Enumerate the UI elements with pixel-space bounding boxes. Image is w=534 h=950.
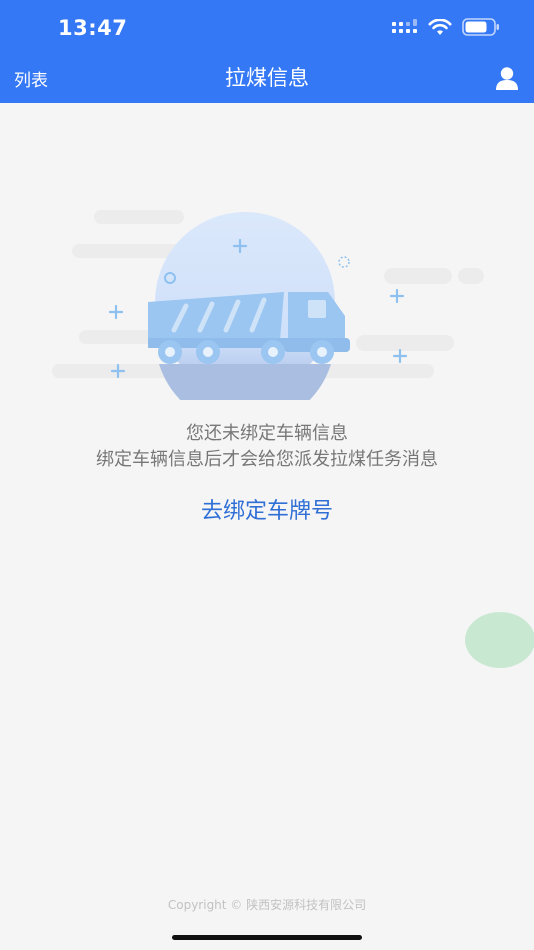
bind-plate-link[interactable]: 去绑定车牌号	[0, 493, 534, 525]
wifi-icon	[428, 18, 452, 35]
page-title: 拉煤信息	[225, 66, 309, 90]
top-bar: 13:47 列表 拉煤信息	[0, 0, 534, 103]
floating-assist-button[interactable]	[465, 612, 534, 668]
empty-truck-illustration	[52, 210, 484, 400]
copyright-text: Copyright © 陕西安源科技有限公司	[167, 898, 367, 912]
empty-message-line1: 您还未绑定车辆信息	[186, 423, 348, 444]
signal-icon	[392, 19, 417, 33]
status-time: 13:47	[58, 16, 128, 40]
home-indicator[interactable]	[172, 935, 362, 940]
status-icons	[392, 18, 500, 36]
user-icon[interactable]	[494, 65, 520, 91]
empty-message-line2: 绑定车辆信息后才会给您派发拉煤任务消息	[96, 449, 438, 470]
battery-icon	[462, 18, 499, 36]
